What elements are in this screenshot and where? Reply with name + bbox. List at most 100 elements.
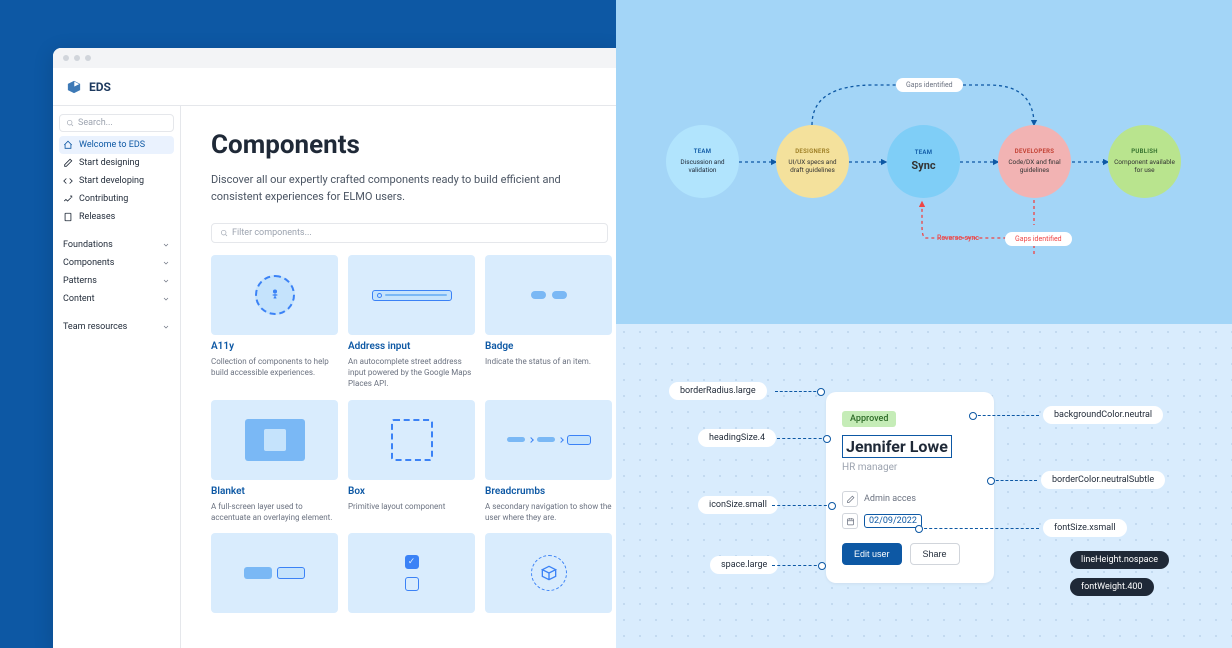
card-preview (211, 255, 338, 335)
node-label: DEVELOPERS (1015, 148, 1054, 156)
app-header: EDS (53, 68, 616, 106)
card-preview (348, 533, 475, 613)
nav-start-developing[interactable]: Start developing (59, 172, 174, 190)
nav-label: Releases (79, 212, 115, 222)
token-border-color: borderColor.neutralSubtle (1041, 471, 1165, 489)
card-title: Blanket (211, 486, 338, 497)
section-team-resources[interactable]: Team resources (59, 318, 174, 336)
component-card-partial[interactable] (348, 533, 475, 619)
profile-date-row: 02/09/2022 (842, 513, 978, 529)
search-input[interactable]: Search... (59, 114, 174, 132)
section-label: Foundations (63, 240, 113, 250)
node-text: Discussion and validation (666, 158, 739, 175)
component-card-badge[interactable]: Badge Indicate the status of an item. (485, 255, 612, 390)
profile-access-row: Admin acces (842, 491, 978, 507)
card-desc: Primitive layout component (348, 501, 475, 512)
status-badge: Approved (842, 411, 896, 427)
window-dot (63, 55, 69, 61)
token-font-weight: fontWeight.400 (1070, 578, 1154, 596)
card-desc: Collection of components to help build a… (211, 356, 338, 378)
node-text: Code/DX and final guidelines (998, 158, 1071, 175)
label-reverse-sync: Reverse-sync (937, 234, 979, 242)
section-content[interactable]: Content (59, 290, 174, 308)
card-desc: An autocomplete street address input pow… (348, 356, 475, 390)
nav-label: Start designing (79, 158, 140, 168)
card-preview (348, 255, 475, 335)
token-border-radius: borderRadius.large (669, 382, 767, 400)
node-publish: PUBLISH Component available for use (1108, 125, 1181, 198)
card-preview (485, 400, 612, 480)
page-subtitle: Discover all our expertly crafted compon… (211, 172, 571, 205)
profile-role: HR manager (842, 462, 978, 473)
token-icon-size: iconSize.small (698, 496, 778, 514)
browser-window: EDS Search... Welcome to EDS Start desig… (53, 48, 616, 648)
component-card-breadcrumbs[interactable]: Breadcrumbs A secondary navigation to sh… (485, 400, 612, 523)
profile-name: Jennifer Lowe (842, 435, 952, 458)
node-team: TEAM Discussion and validation (666, 125, 739, 198)
profile-card: Approved Jennifer Lowe HR manager Admin … (826, 392, 994, 583)
node-sync: TEAM Sync (887, 125, 960, 198)
search-placeholder: Search... (78, 118, 113, 128)
section-label: Content (63, 294, 95, 304)
section-label: Team resources (63, 322, 127, 332)
node-label: TEAM (915, 149, 933, 157)
section-components[interactable]: Components (59, 254, 174, 272)
share-button[interactable]: Share (910, 543, 960, 565)
card-title: Badge (485, 341, 612, 352)
filter-input[interactable]: Filter components... (211, 223, 608, 243)
card-title: A11y (211, 341, 338, 352)
nav-label: Welcome to EDS (79, 140, 145, 150)
main-content: Components Discover all our expertly cra… (181, 106, 616, 648)
card-title: Box (348, 486, 475, 497)
card-desc: Indicate the status of an item. (485, 356, 612, 367)
token-heading-size: headingSize.4 (698, 429, 776, 447)
node-label: DESIGNERS (795, 148, 830, 156)
card-title: Breadcrumbs (485, 486, 612, 497)
node-developers: DEVELOPERS Code/DX and final guidelines (998, 125, 1071, 198)
card-desc: A full-screen layer used to accentuate a… (211, 501, 338, 523)
access-text: Admin acces (864, 494, 916, 504)
nav-start-designing[interactable]: Start designing (59, 154, 174, 172)
workflow-diagram: TEAM Discussion and validation DESIGNERS… (616, 0, 1232, 324)
token-bg-neutral: backgroundColor.neutral (1043, 406, 1163, 424)
component-card-a11y[interactable]: A11y Collection of components to help bu… (211, 255, 338, 390)
section-label: Patterns (63, 276, 97, 286)
node-label: PUBLISH (1131, 148, 1158, 156)
nav-label: Start developing (79, 176, 144, 186)
section-patterns[interactable]: Patterns (59, 272, 174, 290)
node-text: UI/UX specs and draft guidelines (776, 158, 849, 175)
card-desc: A secondary navigation to show the user … (485, 501, 612, 523)
window-dot (85, 55, 91, 61)
token-font-size: fontSize.xsmall (1043, 519, 1127, 537)
page-title: Components (211, 130, 616, 160)
window-dot (74, 55, 80, 61)
nav-releases[interactable]: Releases (59, 208, 174, 226)
pencil-icon (842, 491, 858, 507)
card-title: Address input (348, 341, 475, 352)
nav-contributing[interactable]: Contributing (59, 190, 174, 208)
node-label: TEAM (694, 148, 712, 156)
component-card-box[interactable]: Box Primitive layout component (348, 400, 475, 523)
app-name: EDS (89, 80, 111, 94)
date-value: 02/09/2022 (864, 514, 922, 528)
filter-placeholder: Filter components... (232, 228, 312, 238)
card-preview (211, 533, 338, 613)
section-foundations[interactable]: Foundations (59, 236, 174, 254)
edit-user-button[interactable]: Edit user (842, 543, 902, 565)
component-card-partial[interactable] (211, 533, 338, 619)
design-tokens-diagram: Approved Jennifer Lowe HR manager Admin … (616, 324, 1232, 648)
card-preview (485, 255, 612, 335)
card-preview (485, 533, 612, 613)
window-chrome (53, 48, 616, 68)
card-preview (211, 400, 338, 480)
nav-welcome[interactable]: Welcome to EDS (59, 136, 174, 154)
card-preview (348, 400, 475, 480)
component-card-blanket[interactable]: Blanket A full-screen layer used to acce… (211, 400, 338, 523)
node-text: Sync (911, 159, 935, 173)
components-grid: A11y Collection of components to help bu… (211, 255, 616, 619)
component-card-partial[interactable] (485, 533, 612, 619)
nav-label: Contributing (79, 194, 128, 204)
component-card-address-input[interactable]: Address input An autocomplete street add… (348, 255, 475, 390)
sidebar: Search... Welcome to EDS Start designing… (53, 106, 181, 648)
node-designers: DESIGNERS UI/UX specs and draft guidelin… (776, 125, 849, 198)
